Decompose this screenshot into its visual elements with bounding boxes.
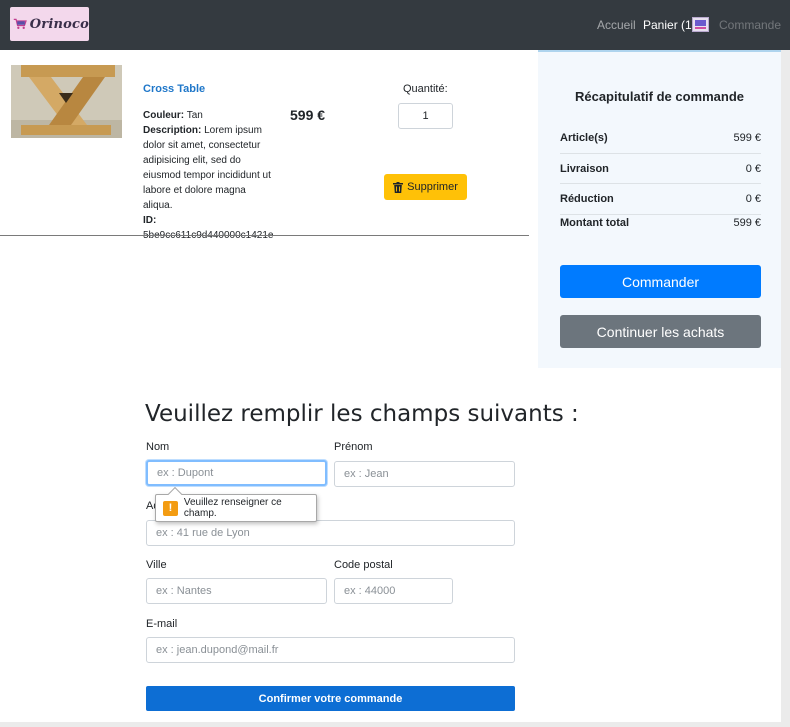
nav-link-commande[interactable]: Commande: [719, 18, 781, 32]
quantity-label: Quantité:: [403, 83, 448, 95]
email-field[interactable]: [146, 637, 515, 663]
product-details: Couleur: Tan Description: Lorem ipsum do…: [143, 108, 275, 243]
brand-name: Orinoco: [29, 16, 89, 32]
summary-row-livraison: Livraison 0 €: [560, 163, 761, 175]
prenom-input[interactable]: [334, 461, 515, 487]
trash-icon: [393, 181, 404, 193]
divider: [560, 183, 761, 184]
description-label: Description:: [143, 125, 202, 136]
cart-icon[interactable]: [692, 17, 709, 32]
summary-row-articles: Article(s) 599 €: [560, 132, 761, 144]
color-value: Tan: [186, 110, 203, 121]
product-image: [11, 65, 122, 138]
summary-value: 599 €: [733, 217, 761, 229]
page-gutter: [781, 50, 790, 727]
code-postal-input[interactable]: [334, 578, 453, 604]
continue-shopping-button[interactable]: Continuer les achats: [560, 315, 761, 348]
email-label: E-mail: [146, 618, 178, 630]
nom-input[interactable]: [146, 460, 327, 486]
summary-row-total: Montant total 599 €: [560, 217, 761, 229]
description-value: Lorem ipsum dolor sit amet, consectetur …: [143, 125, 271, 211]
brand-logo[interactable]: Orinoco: [10, 7, 89, 41]
summary-value: 599 €: [733, 132, 761, 144]
id-label: ID:: [143, 215, 157, 226]
divider: [560, 153, 761, 154]
quantity-input[interactable]: [398, 103, 453, 129]
divider: [0, 235, 529, 236]
nav-link-panier[interactable]: Panier (1): [643, 18, 696, 32]
cart-logo-icon: [13, 18, 27, 29]
confirm-order-button[interactable]: Confirmer votre commande: [146, 686, 515, 711]
commander-button[interactable]: Commander: [560, 265, 761, 298]
order-summary: Récapitulatif de commande Article(s) 599…: [538, 50, 781, 368]
summary-title: Récapitulatif de commande: [574, 89, 745, 104]
divider: [560, 214, 761, 215]
warning-icon: !: [163, 500, 178, 516]
summary-value: 0 €: [745, 163, 761, 175]
prenom-label: Prénom: [334, 441, 373, 453]
form-title: Veuillez remplir les champs suivants :: [145, 401, 579, 427]
product-name[interactable]: Cross Table: [143, 83, 205, 95]
ville-input[interactable]: [146, 578, 327, 604]
code-postal-label: Code postal: [334, 559, 393, 571]
product-price: 599 €: [290, 107, 326, 123]
delete-button[interactable]: Supprimer: [384, 174, 467, 200]
validation-tooltip: ! Veuillez renseigner ce champ.: [155, 486, 317, 522]
summary-row-reduction: Réduction 0 €: [560, 193, 761, 205]
summary-label: Réduction: [560, 193, 614, 205]
nom-label: Nom: [146, 441, 170, 453]
summary-label: Livraison: [560, 163, 609, 175]
delete-label: Supprimer: [407, 181, 458, 193]
summary-label: Article(s): [560, 132, 608, 144]
cross-table-picture: [11, 65, 122, 138]
validation-message: Veuillez renseigner ce champ.: [183, 497, 282, 519]
summary-label: Montant total: [560, 217, 630, 229]
ville-label: Ville: [146, 559, 167, 571]
summary-value: 0 €: [745, 193, 761, 205]
nav-link-accueil[interactable]: Accueil: [597, 18, 636, 32]
adresse-input[interactable]: [146, 520, 515, 546]
navbar: Orinoco Accueil Panier (1) Commande: [0, 0, 790, 50]
color-label: Couleur:: [143, 110, 185, 121]
